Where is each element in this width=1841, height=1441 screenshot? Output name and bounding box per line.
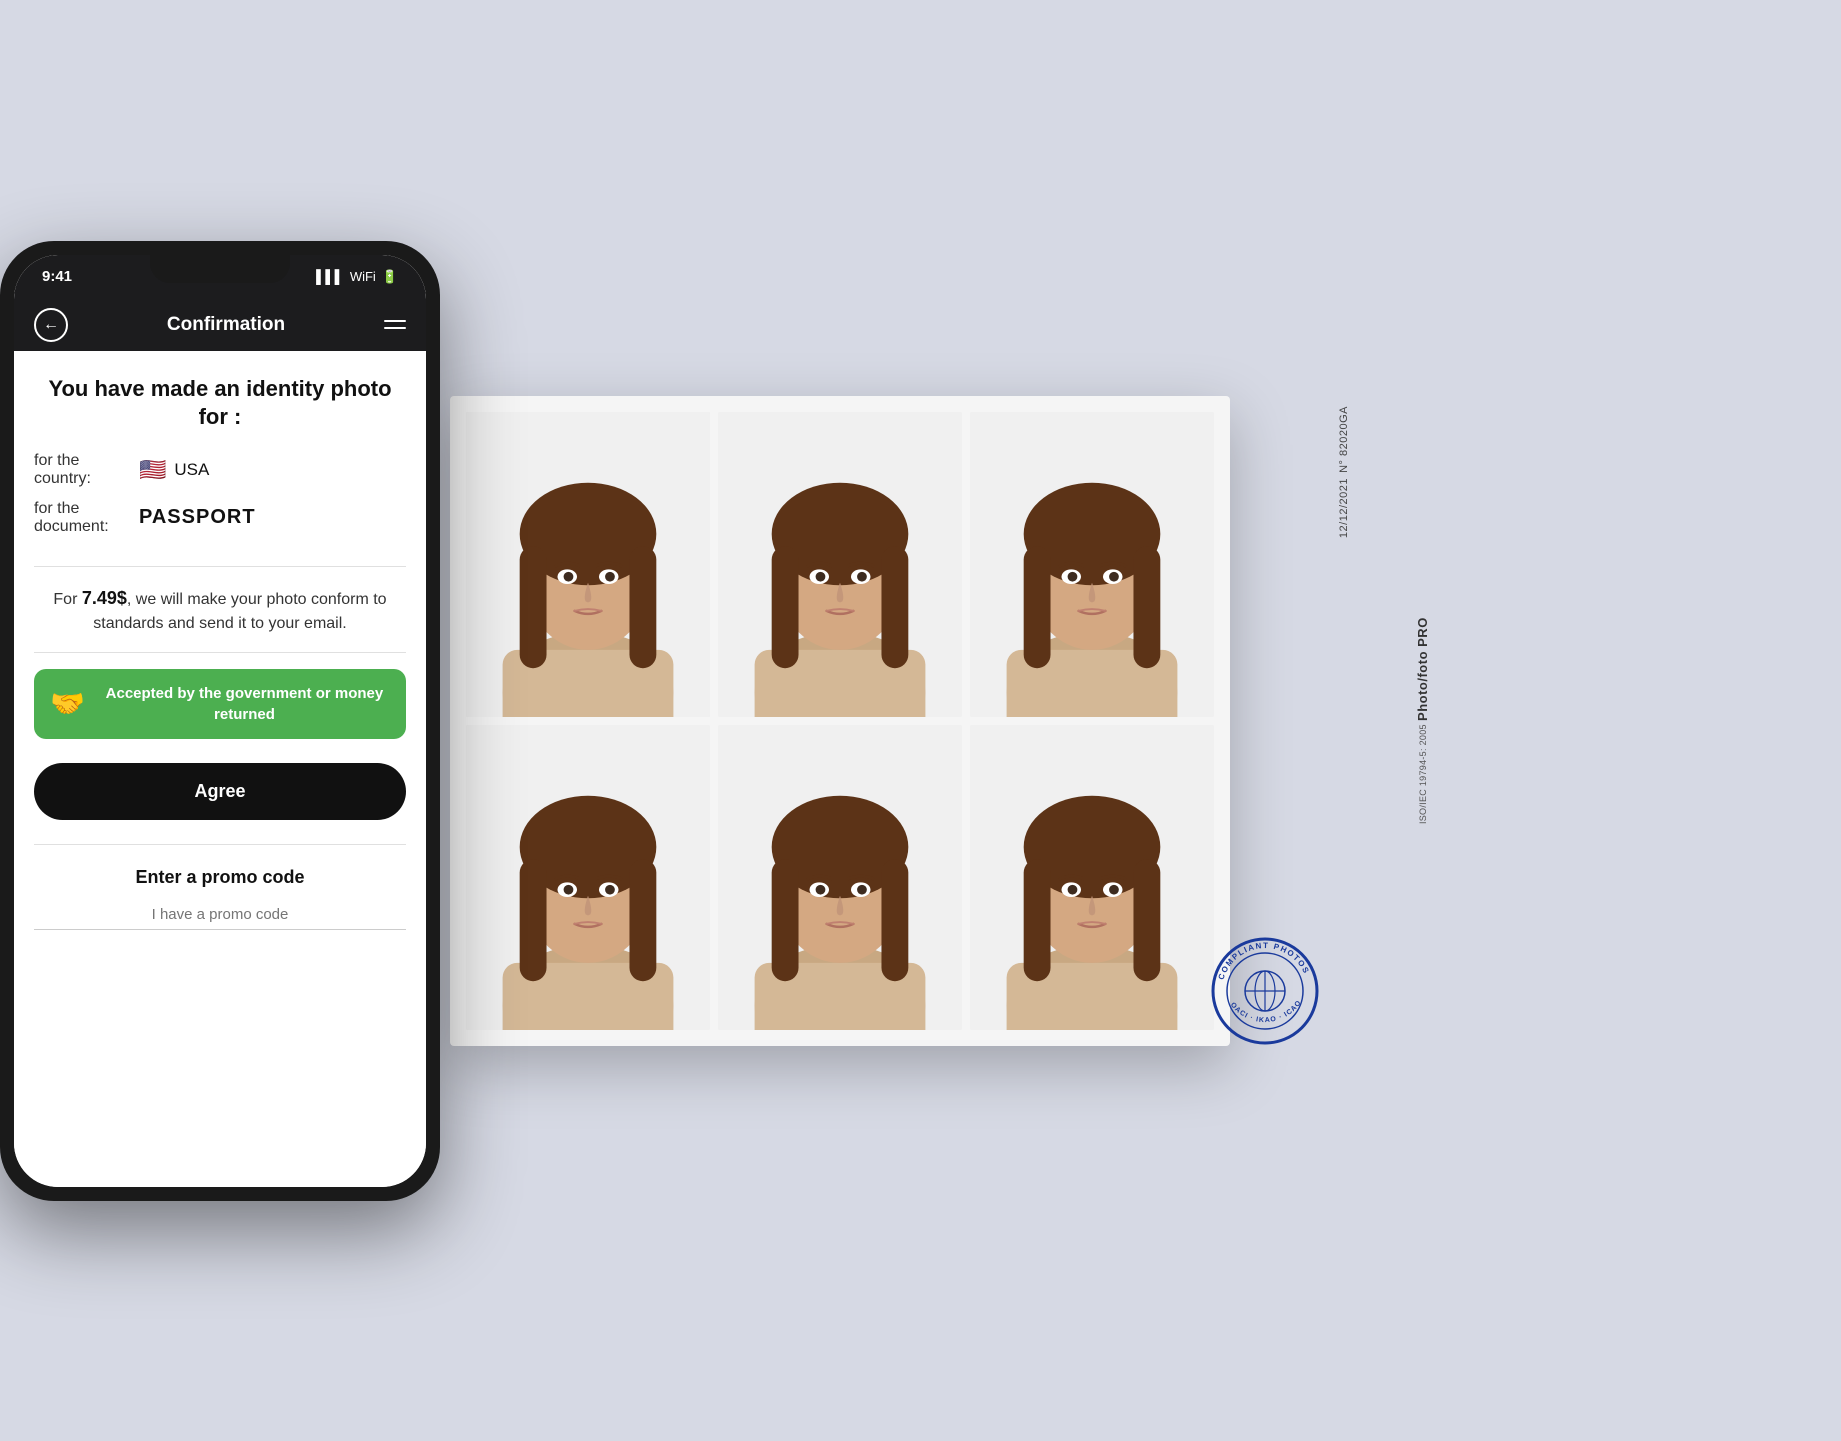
phone-screen: 9:41 ▌▌▌ WiFi 🔋 ← Confirmation [14,255,426,1187]
photo-sheet-wrapper: N° 82020GA 12/12/2021 Photo/foto PRO ISO… [450,396,1230,1046]
photo-cell-4 [466,725,710,1030]
compliance-stamp: COMPLIANT PHOTOS OACI · IKAO · ICAO · CA… [1210,936,1310,1036]
menu-line-2 [384,327,406,329]
photo-cell-5 [718,725,962,1030]
divider [34,844,406,845]
document-value: PASSPORT [139,506,256,529]
photo-cell-1 [466,412,710,717]
photo-sheet: N° 82020GA 12/12/2021 Photo/foto PRO ISO… [450,396,1230,1046]
agree-button[interactable]: Agree [34,763,406,820]
photo-cell-2 [718,412,962,717]
sheet-serial: N° 82020GA [1338,406,1350,473]
document-name: PASSPORT [139,506,256,529]
document-row: for the document: PASSPORT [34,500,406,536]
price-text-after: , we will make your photo conform to sta… [93,591,386,632]
sheet-standard: ISO/IEC 19794-5: 2005 [1418,724,1428,824]
price-amount: 7.49$ [82,588,127,608]
handshake-icon: 🤝 [50,687,85,720]
promo-section: Enter a promo code [34,857,406,938]
promo-title: Enter a promo code [34,867,406,888]
country-value: 🇺🇸 USA [139,457,209,483]
battery-icon: 🔋 [382,269,398,285]
promo-input[interactable] [34,900,406,930]
price-section: For 7.49$, we will make your photo confo… [34,567,406,653]
guarantee-text: Accepted by the government or money retu… [99,683,390,725]
price-text-before: For [53,591,81,608]
document-label: for the document: [34,500,139,536]
nav-bar: ← Confirmation [14,299,426,351]
menu-button[interactable] [384,320,406,329]
photo-grid [466,412,1214,1030]
country-name: USA [174,460,209,480]
sheet-brand: Photo/foto PRO [1415,617,1430,721]
menu-line-1 [384,320,406,322]
signal-icon: ▌▌▌ [316,269,344,284]
info-section: for the country: 🇺🇸 USA for the document… [34,452,406,567]
price-text: For 7.49$, we will make your photo confo… [34,585,406,636]
guarantee-banner: 🤝 Accepted by the government or money re… [34,669,406,739]
country-row: for the country: 🇺🇸 USA [34,452,406,488]
nav-title: Confirmation [167,314,285,336]
photo-cell-6 [970,725,1214,1030]
phone-notch [150,255,290,283]
sheet-date: 12/12/2021 [1338,478,1350,538]
back-button[interactable]: ← [34,308,68,342]
phone-mockup: 9:41 ▌▌▌ WiFi 🔋 ← Confirmation [0,241,460,1201]
phone-body: 9:41 ▌▌▌ WiFi 🔋 ← Confirmation [0,241,440,1201]
headline-text: You have made an identity photo for : [34,375,406,432]
country-label: for the country: [34,452,139,488]
status-icons: ▌▌▌ WiFi 🔋 [316,269,398,285]
status-time: 9:41 [42,268,72,285]
wifi-icon: WiFi [350,269,376,284]
screen-content: You have made an identity photo for : fo… [14,351,426,1187]
back-icon: ← [43,316,59,334]
photo-cell-3 [970,412,1214,717]
country-flag: 🇺🇸 [139,457,166,483]
